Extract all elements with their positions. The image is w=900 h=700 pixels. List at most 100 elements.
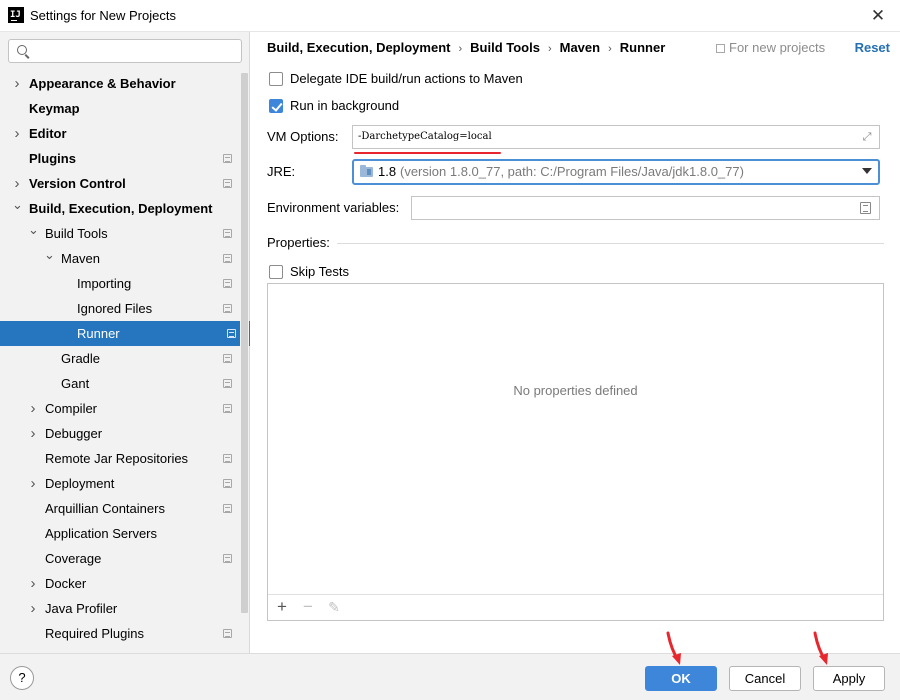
- env-variables-input[interactable]: [416, 198, 856, 218]
- chevron-right-icon[interactable]: ›: [12, 121, 22, 146]
- chevron-right-icon[interactable]: ›: [28, 421, 38, 446]
- chevron-down-icon[interactable]: ⌄: [28, 221, 39, 246]
- sidebar-item[interactable]: › Appearance & Behavior: [0, 71, 240, 96]
- properties-separator: [337, 243, 884, 244]
- sidebar-item[interactable]: Gant: [0, 371, 240, 396]
- sidebar-item[interactable]: Coverage: [0, 546, 240, 571]
- delegate-checkbox[interactable]: [269, 72, 283, 86]
- add-icon[interactable]: +: [273, 598, 291, 616]
- breadcrumb-item: Build Tools: [470, 40, 540, 55]
- sidebar-item[interactable]: Gradle: [0, 346, 240, 371]
- properties-table[interactable]: No properties defined + − ✎: [267, 283, 884, 621]
- chevron-right-icon[interactable]: ›: [12, 71, 22, 96]
- sidebar-item[interactable]: › Version Control: [0, 171, 240, 196]
- window-title: Settings for New Projects: [30, 8, 176, 23]
- chevron-right-icon[interactable]: ›: [28, 396, 38, 421]
- chevron-down-icon[interactable]: ⌄: [12, 196, 23, 221]
- chevron-right-icon[interactable]: ›: [28, 596, 38, 621]
- sidebar-item[interactable]: Keymap: [0, 96, 240, 121]
- sidebar-item[interactable]: Importing: [0, 271, 240, 296]
- sidebar-item-label: Plugins: [29, 151, 76, 166]
- project-scope-icon: [716, 44, 725, 53]
- project-scope-icon: [223, 154, 232, 163]
- scrollbar-thumb[interactable]: [241, 73, 248, 613]
- sidebar-item[interactable]: › Java Profiler: [0, 596, 240, 621]
- jre-label: JRE:: [267, 164, 296, 179]
- chevron-right-icon[interactable]: ›: [28, 571, 38, 596]
- jre-select[interactable]: 1.8 (version 1.8.0_77, path: C:/Program …: [352, 159, 880, 185]
- vm-options-label: VM Options:: [267, 129, 339, 144]
- empty-properties-text: No properties defined: [513, 383, 638, 398]
- red-arrow-annotation: [813, 631, 828, 665]
- sidebar-item-label: Editor: [29, 126, 67, 141]
- project-scope-icon: [227, 329, 236, 338]
- reset-link[interactable]: Reset: [855, 38, 890, 58]
- breadcrumb-separator-icon: ›: [458, 43, 463, 55]
- red-underline-annotation: [354, 152, 501, 154]
- sidebar-item[interactable]: Runner: [0, 321, 250, 346]
- edit-icon[interactable]: ✎: [325, 598, 343, 616]
- sidebar-item[interactable]: Plugins: [0, 146, 240, 171]
- breadcrumb-item: Runner: [619, 40, 666, 55]
- sidebar-item-label: Arquillian Containers: [45, 501, 165, 516]
- run-in-background-checkbox[interactable]: [269, 99, 283, 113]
- settings-tree: › Appearance & Behavior Keymap › Editor Plugi…: [0, 71, 250, 646]
- help-button[interactable]: ?: [10, 666, 34, 690]
- sidebar-item[interactable]: Remote Jar Repositories: [0, 446, 240, 471]
- project-scope-icon: [223, 254, 232, 263]
- browse-icon[interactable]: [860, 202, 871, 214]
- sidebar-item-label: Maven: [61, 251, 101, 266]
- search-box[interactable]: [8, 39, 242, 63]
- sidebar-item-label: Java Profiler: [45, 601, 118, 616]
- sidebar-item[interactable]: ⌄ Maven: [0, 246, 240, 271]
- sidebar-item-label: Debugger: [45, 426, 103, 441]
- chevron-down-icon[interactable]: [862, 168, 872, 174]
- sidebar-item-label: Version Control: [29, 176, 126, 191]
- project-scope-icon: [223, 229, 232, 238]
- search-icon: [17, 45, 27, 55]
- project-scope-icon: [223, 454, 232, 463]
- sidebar-item[interactable]: › Editor: [0, 121, 240, 146]
- sidebar-item-label: Keymap: [29, 101, 80, 116]
- sidebar-item[interactable]: › Docker: [0, 571, 240, 596]
- scope-text: For new projects: [729, 40, 826, 55]
- search-input[interactable]: [33, 41, 233, 61]
- chevron-right-icon[interactable]: ›: [12, 171, 22, 196]
- project-scope-icon: [223, 479, 232, 488]
- sidebar-item-label: Application Servers: [45, 526, 157, 541]
- sidebar-item-label: Build Tools: [45, 226, 108, 241]
- scope-indicator: For new projects: [716, 38, 825, 58]
- chevron-right-icon[interactable]: ›: [28, 471, 38, 496]
- close-button[interactable]: ✕: [866, 4, 890, 28]
- sidebar-item-label: Importing: [77, 276, 132, 291]
- sidebar-item[interactable]: Ignored Files: [0, 296, 240, 321]
- vm-options-value[interactable]: -DarchetypeCatalog=local: [358, 126, 492, 148]
- intellij-logo-icon: IJ: [8, 7, 24, 23]
- sidebar-item[interactable]: › Compiler: [0, 396, 240, 421]
- skip-tests-checkbox[interactable]: [269, 265, 283, 279]
- sidebar-scrollbar[interactable]: [240, 71, 249, 643]
- sidebar-item[interactable]: › Deployment: [0, 471, 240, 496]
- breadcrumb-separator-icon: ›: [608, 43, 612, 55]
- project-scope-icon: [223, 379, 232, 388]
- vm-options-field[interactable]: -DarchetypeCatalog=local ⤢: [352, 125, 880, 149]
- breadcrumb-item: Maven: [559, 40, 601, 55]
- env-variables-field[interactable]: [411, 196, 880, 220]
- cancel-button[interactable]: Cancel: [729, 666, 801, 691]
- skip-tests-label: Skip Tests: [290, 264, 350, 279]
- sidebar-item[interactable]: ⌄ Build, Execution, Deployment: [0, 196, 240, 221]
- sidebar-item[interactable]: Application Servers: [0, 521, 240, 546]
- remove-icon[interactable]: −: [299, 598, 317, 616]
- project-scope-icon: [223, 554, 232, 563]
- sidebar-item[interactable]: › Debugger: [0, 421, 240, 446]
- sidebar-item-label: Docker: [45, 576, 87, 591]
- expand-icon[interactable]: ⤢: [861, 131, 873, 143]
- chevron-down-icon[interactable]: ⌄: [44, 246, 55, 271]
- sidebar-item[interactable]: Arquillian Containers: [0, 496, 240, 521]
- sidebar-item-label: Appearance & Behavior: [29, 76, 176, 91]
- project-scope-icon: [223, 304, 232, 313]
- sidebar-item-label: Runner: [77, 326, 120, 341]
- sidebar-item[interactable]: Required Plugins: [0, 621, 240, 646]
- sidebar-item[interactable]: ⌄ Build Tools: [0, 221, 240, 246]
- env-variables-label: Environment variables:: [267, 200, 400, 215]
